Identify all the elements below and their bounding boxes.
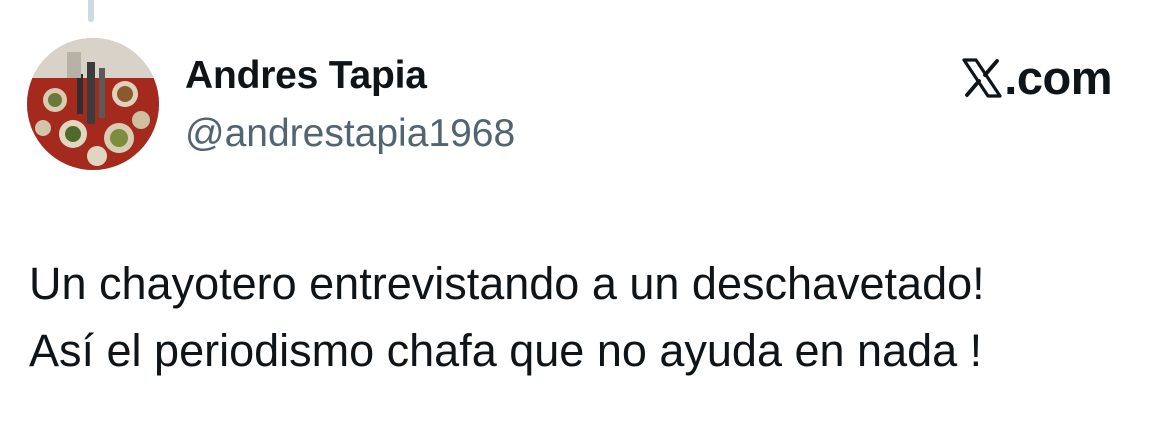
author-display-name[interactable]: Andres Tapia	[185, 54, 515, 98]
x-brand-link[interactable]: .com	[962, 54, 1112, 102]
avatar[interactable]	[27, 38, 159, 170]
author-handle[interactable]: @andrestapia1968	[185, 112, 515, 156]
tweet-text-line-1: Un chayotero entrevistando a un deschave…	[29, 258, 985, 309]
tweet-body: Un chayotero entrevistando a un deschave…	[29, 250, 1149, 384]
avatar-photo-icon	[27, 38, 159, 170]
brand-domain-text: .com	[1004, 51, 1112, 104]
thread-connector-line	[88, 0, 94, 22]
author-info: Andres Tapia @andrestapia1968	[185, 54, 515, 156]
tweet-text-line-2: Así el periodismo chafa que no ayuda en …	[29, 325, 983, 376]
x-logo-icon	[962, 58, 1002, 98]
